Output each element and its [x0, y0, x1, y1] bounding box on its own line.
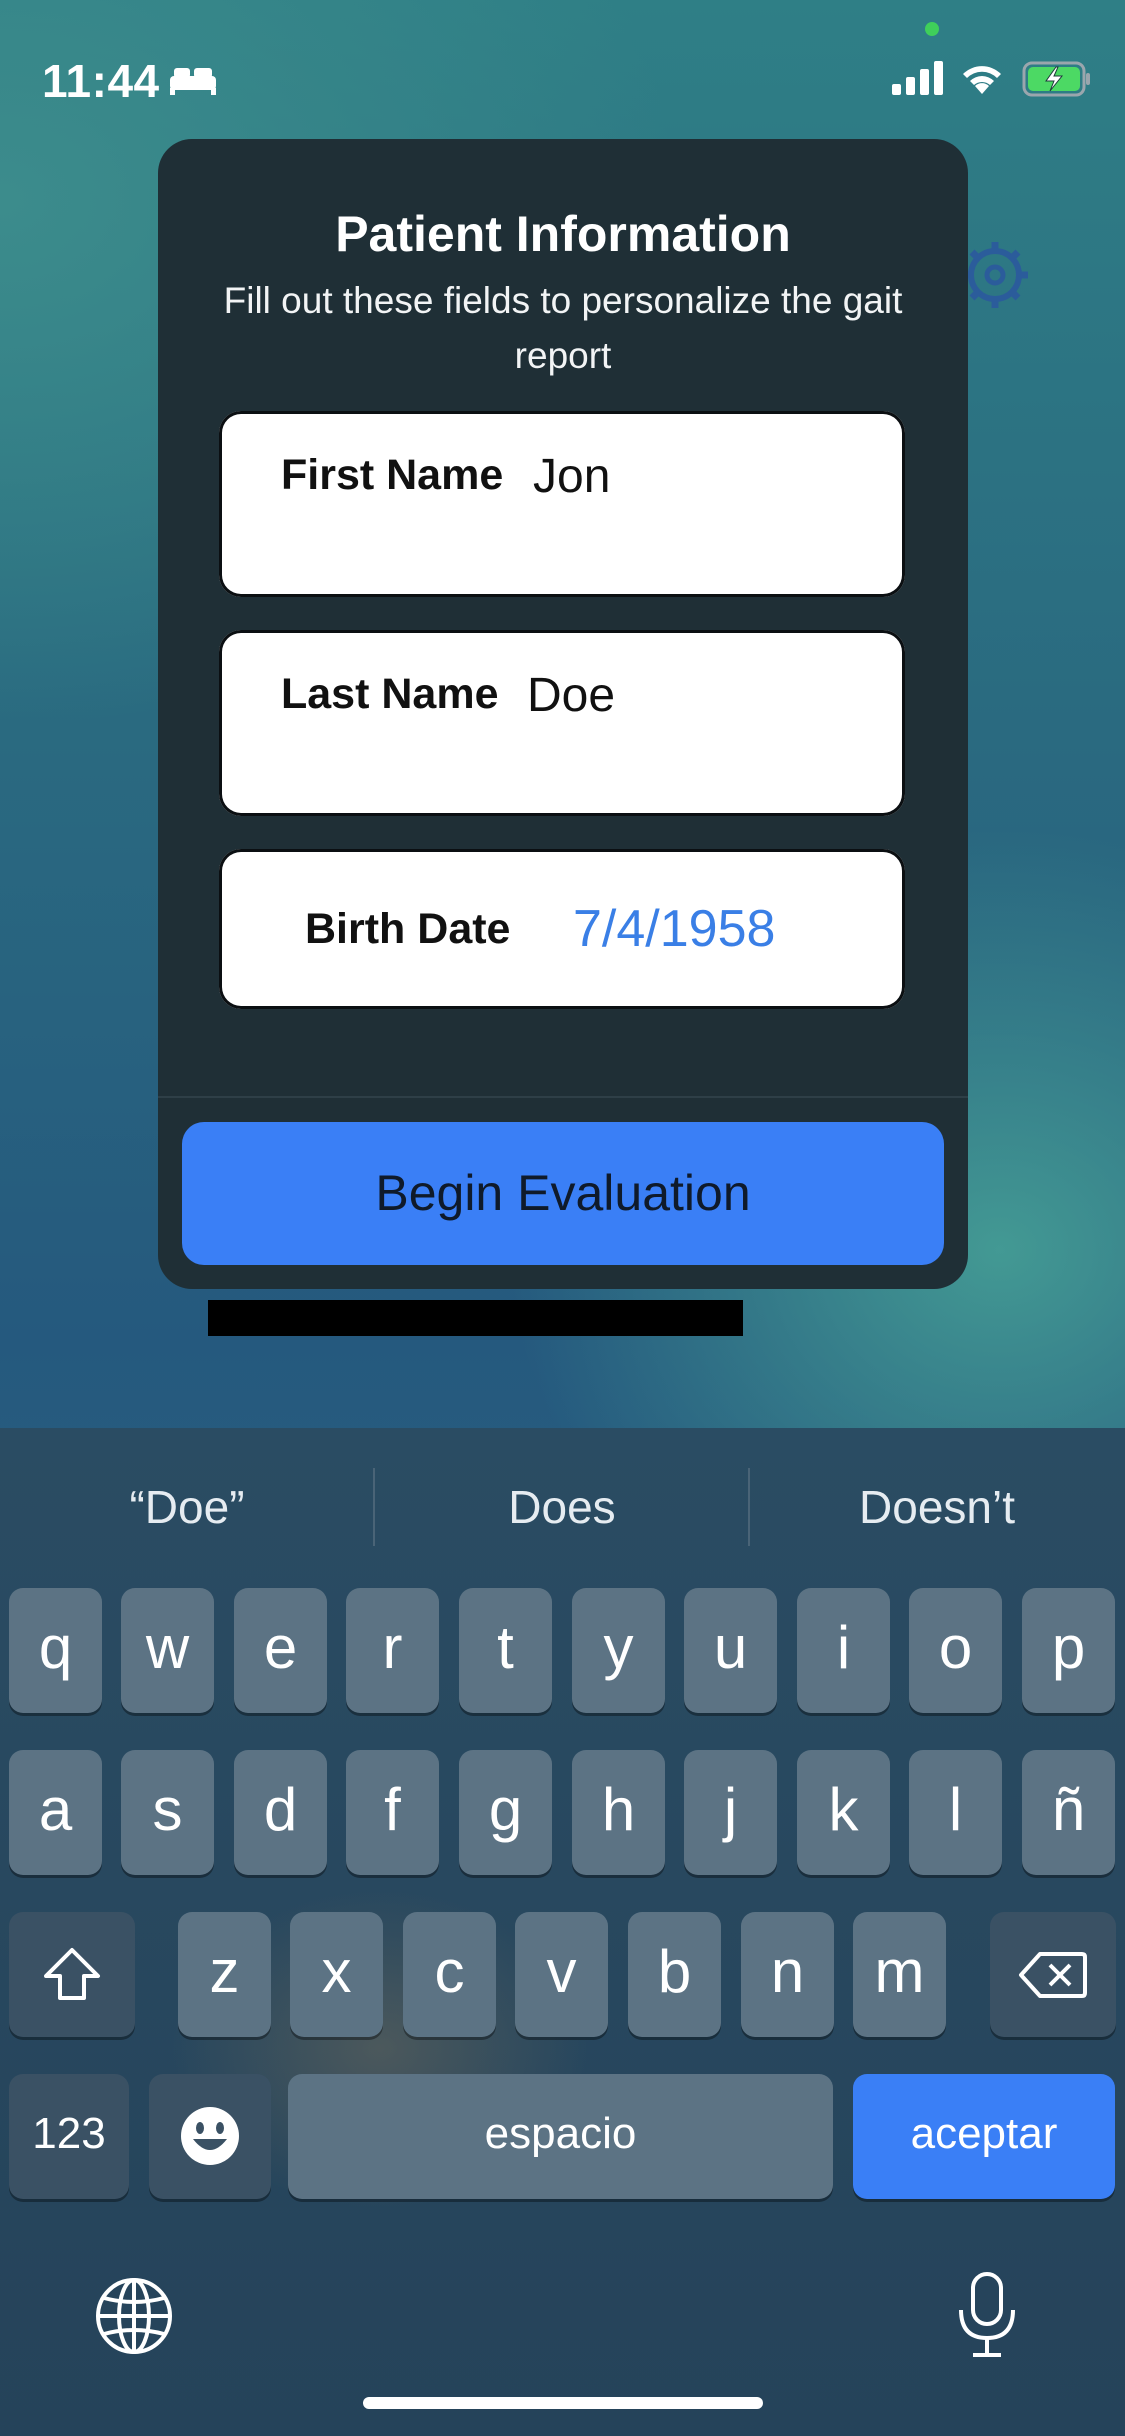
key-e[interactable]: e: [234, 1588, 327, 1713]
key-m[interactable]: m: [853, 1912, 946, 2037]
key-t[interactable]: t: [459, 1588, 552, 1713]
key-z[interactable]: z: [178, 1912, 271, 2037]
dialog-divider: [158, 1096, 968, 1098]
last-name-input[interactable]: Doe: [527, 668, 615, 723]
emoji-icon: [181, 2107, 239, 2165]
key-f[interactable]: f: [346, 1750, 439, 1875]
key-g[interactable]: g: [459, 1750, 552, 1875]
key-r[interactable]: r: [346, 1588, 439, 1713]
battery-charging-icon: [1022, 61, 1090, 97]
cellular-signal-icon: [892, 61, 943, 95]
delete-key[interactable]: [990, 1912, 1116, 2037]
key-x[interactable]: x: [290, 1912, 383, 2037]
key-o[interactable]: o: [909, 1588, 1002, 1713]
emoji-key[interactable]: [149, 2074, 271, 2199]
suggestion-1[interactable]: “Doe”: [0, 1428, 374, 1586]
globe-icon[interactable]: [94, 2276, 174, 2356]
dialog-subtitle: Fill out these fields to personalize the…: [223, 280, 903, 376]
key-y[interactable]: y: [572, 1588, 665, 1713]
space-key[interactable]: espacio: [288, 2074, 833, 2199]
birth-date-label: Birth Date: [305, 905, 511, 953]
settings-gear-icon[interactable]: [960, 240, 1030, 310]
status-time: 11:44: [42, 55, 160, 107]
key-c[interactable]: c: [403, 1912, 496, 2037]
microphone-icon[interactable]: [955, 2270, 1019, 2360]
key-h[interactable]: h: [572, 1750, 665, 1875]
begin-evaluation-button[interactable]: Begin Evaluation: [182, 1122, 944, 1265]
first-name-input[interactable]: Jon: [533, 449, 610, 504]
key-q[interactable]: q: [9, 1588, 102, 1713]
wifi-icon: [963, 66, 1001, 94]
bed-icon: [170, 68, 216, 95]
suggestion-2[interactable]: Does: [375, 1428, 749, 1586]
key-n-tilde[interactable]: ñ: [1022, 1750, 1115, 1875]
key-p[interactable]: p: [1022, 1588, 1115, 1713]
status-bar: 11:44: [0, 0, 1125, 150]
shift-icon: [44, 1948, 100, 2000]
privacy-indicator: [925, 22, 939, 36]
birth-date-picker[interactable]: 7/4/1958: [573, 899, 775, 959]
birth-date-field[interactable]: Birth Date 7/4/1958: [219, 849, 905, 1009]
first-name-field[interactable]: First Name Jon: [219, 411, 905, 597]
last-name-label: Last Name: [281, 670, 499, 718]
shift-key[interactable]: [9, 1912, 135, 2037]
return-key[interactable]: aceptar: [853, 2074, 1115, 2199]
first-name-label: First Name: [281, 451, 504, 499]
numbers-key[interactable]: 123: [9, 2074, 129, 2199]
key-b[interactable]: b: [628, 1912, 721, 2037]
home-indicator[interactable]: [363, 2397, 763, 2409]
key-l[interactable]: l: [909, 1750, 1002, 1875]
key-v[interactable]: v: [515, 1912, 608, 2037]
last-name-field[interactable]: Last Name Doe: [219, 630, 905, 816]
key-k[interactable]: k: [797, 1750, 890, 1875]
key-i[interactable]: i: [797, 1588, 890, 1713]
key-d[interactable]: d: [234, 1750, 327, 1875]
delete-icon: [1019, 1952, 1087, 1998]
key-n[interactable]: n: [741, 1912, 834, 2037]
key-w[interactable]: w: [121, 1588, 214, 1713]
redaction-bar: [208, 1300, 743, 1336]
suggestion-3[interactable]: Doesn’t: [750, 1428, 1124, 1586]
key-a[interactable]: a: [9, 1750, 102, 1875]
key-s[interactable]: s: [121, 1750, 214, 1875]
key-j[interactable]: j: [684, 1750, 777, 1875]
dialog-title: Patient Information: [335, 206, 791, 262]
key-u[interactable]: u: [684, 1588, 777, 1713]
patient-info-dialog: Patient Information Fill out these field…: [158, 139, 968, 1289]
